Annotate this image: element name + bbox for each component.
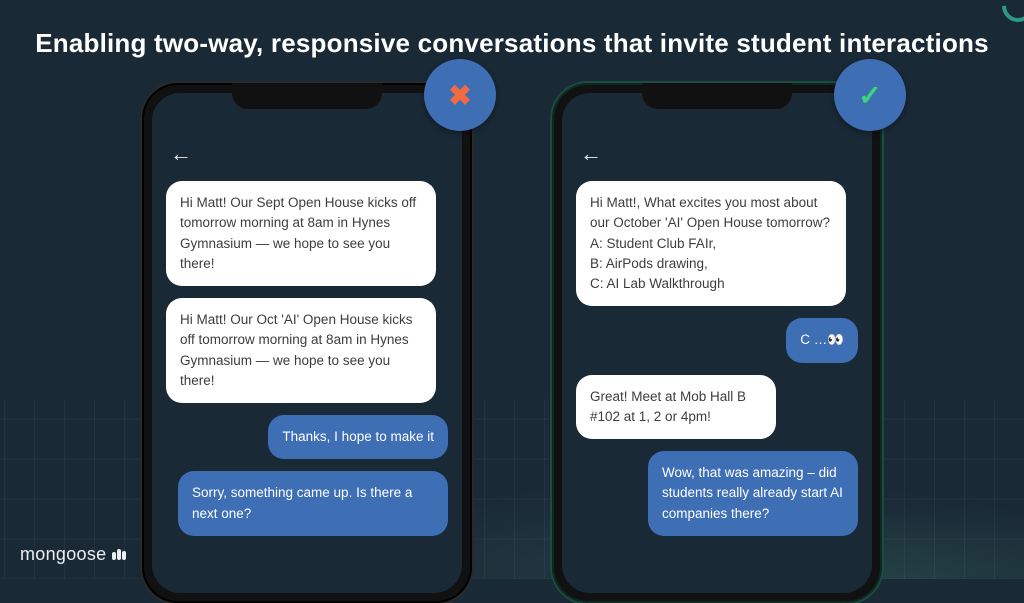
- phone-screen: ← Hi Matt! Our Sept Open House kicks off…: [152, 93, 462, 593]
- phone-mockup-bad-example: ✖ ← Hi Matt! Our Sept Open House kicks o…: [142, 83, 472, 603]
- mongoose-logo: mongoose: [20, 544, 126, 565]
- x-icon: ✖: [448, 79, 471, 112]
- message-bubble-incoming: Hi Matt!, What excites you most about ou…: [576, 181, 846, 306]
- slide-headline: Enabling two-way, responsive conversatio…: [0, 0, 1024, 59]
- check-badge: ✓: [834, 59, 906, 131]
- x-badge: ✖: [424, 59, 496, 131]
- paw-icon: [112, 549, 126, 560]
- phone-comparison-row: ✖ ← Hi Matt! Our Sept Open House kicks o…: [0, 83, 1024, 603]
- message-bubble-incoming: Hi Matt! Our Oct 'AI' Open House kicks o…: [166, 298, 436, 403]
- message-bubble-incoming: Hi Matt! Our Sept Open House kicks off t…: [166, 181, 436, 286]
- message-bubble-incoming: Great! Meet at Mob Hall B #102 at 1, 2 o…: [576, 375, 776, 440]
- message-bubble-outgoing: Wow, that was amazing – did students rea…: [648, 451, 858, 536]
- phone-notch: [232, 83, 382, 109]
- phone-screen: ← Hi Matt!, What excites you most about …: [562, 93, 872, 593]
- phone-mockup-good-example: ✓ ← Hi Matt!, What excites you most abou…: [552, 83, 882, 603]
- message-bubble-outgoing: Sorry, something came up. Is there a nex…: [178, 471, 448, 536]
- logo-text: mongoose: [20, 544, 106, 565]
- back-arrow-icon: ←: [170, 143, 192, 165]
- message-bubble-outgoing: Thanks, I hope to make it: [268, 415, 448, 459]
- message-bubble-outgoing: C …👀: [786, 318, 858, 362]
- back-arrow-icon: ←: [580, 143, 602, 165]
- check-icon: ✓: [858, 79, 881, 112]
- phone-notch: [642, 83, 792, 109]
- message-list: Hi Matt!, What excites you most about ou…: [576, 181, 858, 536]
- message-list: Hi Matt! Our Sept Open House kicks off t…: [166, 181, 448, 536]
